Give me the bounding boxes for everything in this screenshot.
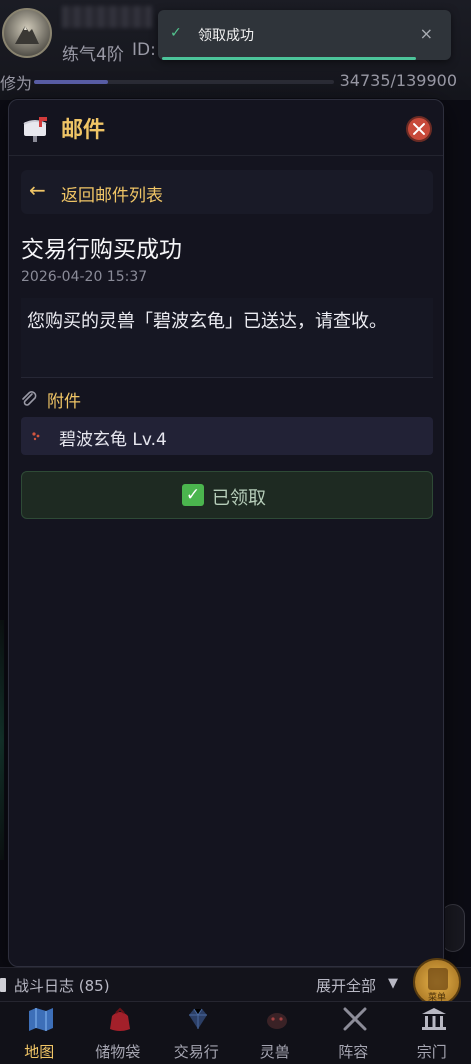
nav-item-trade[interactable]: 交易行 [157,1002,236,1064]
toast-message: 领取成功 [198,28,254,44]
mail-date: 2026-04-20 15:37 [21,269,148,285]
nav-item-bag[interactable]: 储物袋 [79,1002,158,1064]
id-label: ID: [132,40,156,60]
menu-button[interactable]: 菜单 [413,958,461,1006]
claimed-button[interactable]: ✓ 已领取 [21,471,433,519]
attachment-item: 碧波玄龟 Lv.4 [21,417,433,455]
mail-body: 您购买的灵兽「碧波玄龟」已送达，请查收。 [21,298,433,378]
exp-value: 34735/139900 [339,71,457,90]
player-name-obscured [62,6,152,28]
battle-log-label[interactable]: 战斗日志 (85) [14,975,110,996]
attachment-name: 碧波玄龟 Lv.4 [59,430,167,450]
log-icon [0,978,6,992]
side-decoration [0,620,4,860]
mountain-icon [15,26,39,44]
exp-label: 修为 [0,74,33,93]
check-icon: ✓ [170,25,182,41]
bag-icon [109,1007,130,1031]
nav-item-lineup[interactable]: 阵容 [314,1002,393,1064]
mail-modal: 邮件 ← 返回邮件列表 交易行购买成功 2026-04-20 15:37 您购买… [8,99,444,967]
success-toast: ✓ 领取成功 × [158,10,451,60]
exp-progress-fill [34,80,109,84]
nav-item-map[interactable]: 地图 [0,1002,79,1064]
battle-log-bar: 战斗日志 (85) 展开全部 ▼ [0,967,471,1001]
expand-all-button[interactable]: 展开全部 [316,975,376,996]
beast-icon [266,1013,287,1029]
beast-item-icon [32,432,40,441]
mailbox-icon [23,117,47,142]
triangle-down-icon: ▼ [388,976,398,991]
modal-title: 邮件 [61,118,106,143]
paperclip-icon [22,391,37,406]
nav-label: 宗门 [416,1043,447,1061]
nav-label: 阵容 [338,1043,369,1061]
nav-label: 交易行 [173,1043,219,1061]
scroll-icon [428,968,448,990]
swords-icon [343,1007,367,1031]
back-to-mail-list-button[interactable]: ← 返回邮件列表 [21,170,433,214]
modal-header: 邮件 [9,100,443,156]
side-badge[interactable] [441,904,465,952]
avatar[interactable] [2,8,52,58]
nav-item-beast[interactable]: 灵兽 [236,1002,315,1064]
gem-icon [189,1008,207,1029]
checkmark-icon: ✓ [182,484,204,506]
temple-icon [421,1008,446,1030]
close-icon[interactable]: × [420,24,433,43]
exp-row: 修为 34735/139900 [0,70,471,93]
toast-timer-bar [162,57,416,60]
nav-label: 地图 [24,1043,55,1061]
nav-item-sect[interactable]: 宗门 [393,1002,471,1064]
exp-progress-bar [34,80,334,84]
claimed-label: 已领取 [212,488,266,509]
nav-label: 灵兽 [259,1043,290,1061]
map-icon [29,1008,53,1031]
bottom-nav: 地图 储物袋 交易行 灵兽 阵容 宗门 [0,1001,471,1064]
nav-label: 储物袋 [95,1043,141,1061]
close-button[interactable] [406,116,432,142]
realm-label: 练气4阶 [62,45,124,65]
attachments-label: 附件 [47,392,81,412]
arrow-left-icon: ← [29,178,46,202]
back-label: 返回邮件列表 [61,186,163,206]
mail-subject: 交易行购买成功 [21,237,182,263]
